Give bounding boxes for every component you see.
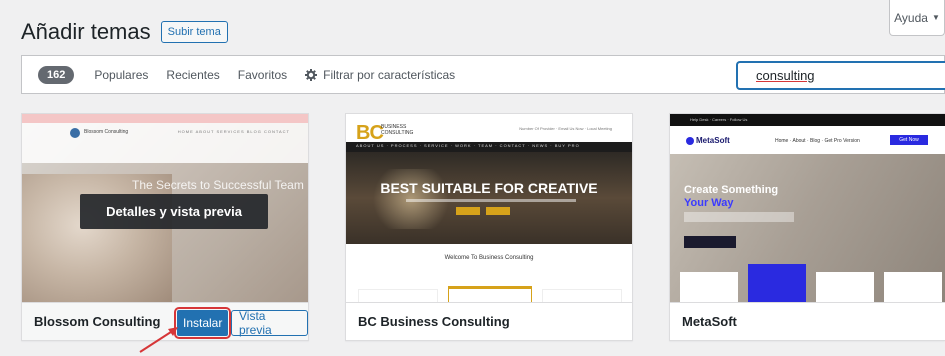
details-preview-overlay[interactable]: Detalles y vista previa [80, 194, 268, 229]
annotation-arrow-icon [139, 327, 178, 353]
theme-screenshot[interactable]: Help Desk · Careers · Follow Us MetaSoft… [670, 114, 945, 304]
theme-card-metasoft[interactable]: Help Desk · Careers · Follow Us MetaSoft… [669, 113, 945, 341]
theme-footer: BC Business Consulting [346, 302, 632, 340]
theme-name: BC Business Consulting [358, 314, 510, 329]
hero-title: Create Something Your Way [684, 184, 779, 209]
hero-text: The Secrets to Successful Team [132, 178, 304, 192]
preview-button[interactable]: Vista previa [231, 309, 308, 337]
page-title: Añadir temas [21, 19, 151, 44]
theme-footer: MetaSoft [670, 302, 945, 340]
feature-filter-button[interactable]: Filtrar por características [305, 68, 455, 82]
gear-icon [305, 68, 318, 81]
feature-filter-label: Filtrar por características [323, 67, 456, 82]
theme-card-blossom-consulting[interactable]: Blossom Consulting HOME ABOUT SERVICES B… [21, 113, 309, 341]
theme-screenshot[interactable]: BC BUSINESS CONSULTING Number Of Provider… [346, 114, 632, 304]
help-label: Ayuda [894, 10, 928, 25]
help-tab[interactable]: Ayuda ▼ [889, 0, 945, 36]
theme-count-badge: 162 [38, 65, 75, 84]
search-input[interactable] [756, 68, 926, 83]
filter-popular[interactable]: Populares [94, 68, 148, 82]
hero-title: BEST SUITABLE FOR CREATIVE [380, 180, 598, 196]
filter-recent[interactable]: Recientes [166, 68, 219, 82]
theme-card-bc-business-consulting[interactable]: BC BUSINESS CONSULTING Number Of Provider… [345, 113, 633, 341]
upload-theme-button[interactable]: Subir tema [160, 21, 228, 43]
theme-screenshot[interactable]: Blossom Consulting HOME ABOUT SERVICES B… [22, 114, 308, 304]
welcome-text: Welcome To Business Consulting [444, 255, 534, 261]
filter-favorites[interactable]: Favoritos [238, 68, 287, 82]
filter-bar: 162 Populares Recientes Favoritos Filtra… [21, 55, 945, 94]
theme-name: MetaSoft [682, 314, 737, 329]
chevron-down-icon: ▼ [931, 13, 940, 22]
search-box: ✕ [737, 62, 945, 89]
page-header: Añadir temas Subir tema [21, 19, 228, 45]
